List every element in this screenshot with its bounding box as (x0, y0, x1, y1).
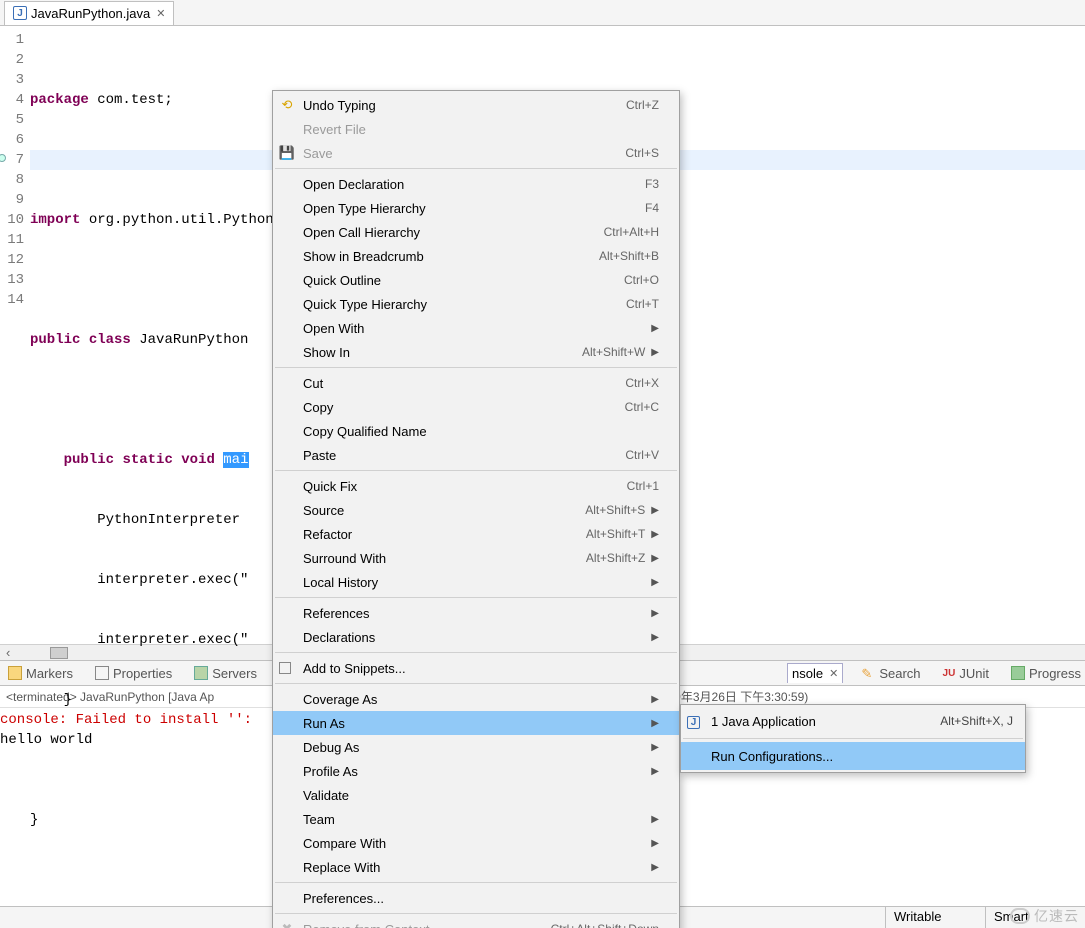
menu-preferences[interactable]: Preferences... (273, 886, 679, 910)
submenu-run-configurations[interactable]: Run Configurations... (681, 742, 1025, 770)
menu-remove-from-context[interactable]: ✖Remove from ContextCtrl+Alt+Shift+Down (273, 917, 679, 928)
status-writable: Writable (885, 907, 985, 928)
menu-run-as[interactable]: Run As▶ (273, 711, 679, 735)
menu-source[interactable]: SourceAlt+Shift+S▶ (273, 498, 679, 522)
menu-open-type-hierarchy[interactable]: Open Type HierarchyF4 (273, 196, 679, 220)
menu-debug-as[interactable]: Debug As▶ (273, 735, 679, 759)
menu-quick-type-hierarchy[interactable]: Quick Type HierarchyCtrl+T (273, 292, 679, 316)
menu-profile-as[interactable]: Profile As▶ (273, 759, 679, 783)
watermark-icon (1010, 908, 1030, 924)
editor-tab-label: JavaRunPython.java (31, 6, 150, 21)
menu-cut[interactable]: CutCtrl+X (273, 371, 679, 395)
menu-coverage-as[interactable]: Coverage As▶ (273, 687, 679, 711)
menu-open-declaration[interactable]: Open DeclarationF3 (273, 172, 679, 196)
menu-local-history[interactable]: Local History▶ (273, 570, 679, 594)
save-icon: 💾 (279, 145, 295, 161)
context-menu: ⟲Undo TypingCtrl+Z Revert File 💾SaveCtrl… (272, 90, 680, 928)
menu-open-with[interactable]: Open With▶ (273, 316, 679, 340)
menu-revert-file[interactable]: Revert File (273, 117, 679, 141)
editor-tab-active[interactable]: J JavaRunPython.java ✕ (4, 1, 174, 25)
watermark: 亿速云 (1010, 906, 1079, 926)
java-app-icon: J (687, 713, 703, 729)
submenu-java-application[interactable]: J 1 Java ApplicationAlt+Shift+X, J (681, 707, 1025, 735)
menu-open-call-hierarchy[interactable]: Open Call HierarchyCtrl+Alt+H (273, 220, 679, 244)
menu-copy-qualified-name[interactable]: Copy Qualified Name (273, 419, 679, 443)
menu-team[interactable]: Team▶ (273, 807, 679, 831)
java-file-icon: J (13, 6, 27, 20)
menu-copy[interactable]: CopyCtrl+C (273, 395, 679, 419)
menu-validate[interactable]: Validate (273, 783, 679, 807)
menu-show-in[interactable]: Show InAlt+Shift+W▶ (273, 340, 679, 364)
menu-refactor[interactable]: RefactorAlt+Shift+T▶ (273, 522, 679, 546)
remove-icon: ✖ (279, 921, 295, 928)
selected-text: mai (223, 452, 248, 468)
snippet-icon (279, 662, 291, 674)
menu-compare-with[interactable]: Compare With▶ (273, 831, 679, 855)
editor-tab-bar: J JavaRunPython.java ✕ (0, 0, 1085, 26)
run-as-submenu: J 1 Java ApplicationAlt+Shift+X, J Run C… (680, 704, 1026, 773)
menu-surround-with[interactable]: Surround WithAlt+Shift+Z▶ (273, 546, 679, 570)
menu-quick-outline[interactable]: Quick OutlineCtrl+O (273, 268, 679, 292)
menu-paste[interactable]: PasteCtrl+V (273, 443, 679, 467)
undo-icon: ⟲ (279, 97, 295, 113)
menu-replace-with[interactable]: Replace With▶ (273, 855, 679, 879)
menu-save[interactable]: 💾SaveCtrl+S (273, 141, 679, 165)
menu-undo-typing[interactable]: ⟲Undo TypingCtrl+Z (273, 93, 679, 117)
line-number-gutter: 1234 5678 9101112 1314 (0, 26, 30, 644)
menu-declarations[interactable]: Declarations▶ (273, 625, 679, 649)
menu-references[interactable]: References▶ (273, 601, 679, 625)
menu-add-to-snippets[interactable]: Add to Snippets... (273, 656, 679, 680)
close-tab-icon[interactable]: ✕ (156, 7, 165, 20)
menu-quick-fix[interactable]: Quick FixCtrl+1 (273, 474, 679, 498)
menu-show-breadcrumb[interactable]: Show in BreadcrumbAlt+Shift+B (273, 244, 679, 268)
